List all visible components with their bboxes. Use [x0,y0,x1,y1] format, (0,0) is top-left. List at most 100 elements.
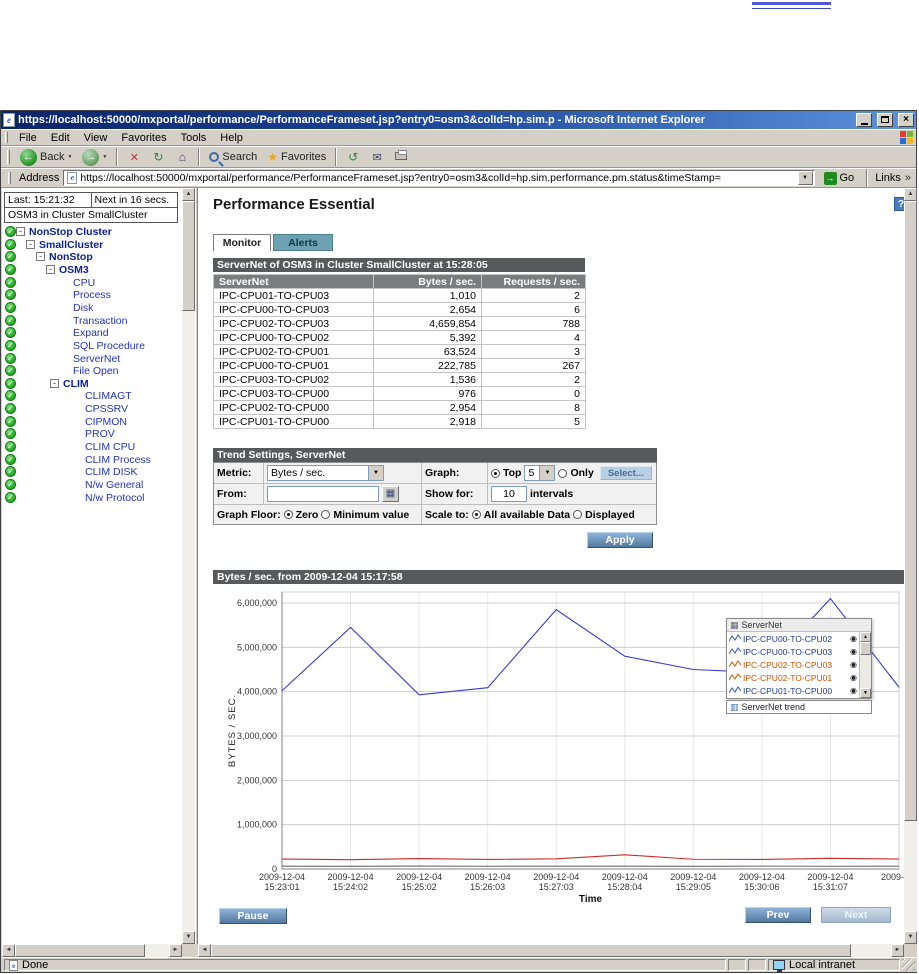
minimize-button[interactable] [856,113,872,127]
tree-item-clim[interactable]: ✓-CLIM [2,378,180,390]
back-button[interactable]: ← Back ▼ [16,147,76,167]
content-horizontal-scrollbar[interactable]: ◄ ► [198,944,904,957]
tab-alerts[interactable]: Alerts [273,234,333,251]
menubar-grip[interactable] [5,132,8,143]
tree-item-clim-cpu[interactable]: ✓CLIM CPU [2,441,180,453]
tree-horizontal-scrollbar[interactable]: ◄ ► [2,944,182,957]
scroll-down-button[interactable]: ▼ [182,931,195,944]
menu-help[interactable]: Help [213,131,250,145]
tree-item-n-w-protocol[interactable]: ✓N/w Protocol [2,492,180,504]
apply-button[interactable]: Apply [587,532,653,548]
tree-item-cipmon[interactable]: ✓CIPMON [2,416,180,428]
tree-item-cpssrv[interactable]: ✓CPSSRV [2,403,180,415]
home-button[interactable]: ⌂ [171,150,193,164]
addressbar-grip[interactable] [8,172,11,185]
scroll-left-button[interactable]: ◄ [198,944,211,957]
collapse-icon[interactable]: - [46,265,55,274]
close-button[interactable]: × [898,113,914,127]
tree-item-osm3[interactable]: ✓-OSM3 [2,264,180,276]
prev-button[interactable]: Prev [745,907,811,923]
resize-grip[interactable] [902,959,915,971]
tree-item-nonstop-cluster[interactable]: ✓-NonStop Cluster [2,226,180,238]
calendar-icon-button[interactable]: ▦ [382,486,399,502]
tree-item-sql-procedure[interactable]: ✓SQL Procedure [2,340,180,352]
tree-item-n-w-general[interactable]: ✓N/w General [2,479,180,491]
legend-item[interactable]: IPC-CPU00-TO-CPU03◉ [727,645,859,658]
tree-item-nonstop[interactable]: ✓-NonStop [2,251,180,263]
history-button[interactable]: ↺ [342,150,364,164]
scroll-up-icon[interactable]: ▲ [860,632,871,642]
tree-vertical-scrollbar[interactable]: ▲ ▼ [182,188,195,944]
forward-dropdown-icon[interactable]: ▼ [102,154,107,160]
visibility-eye-icon[interactable]: ◉ [850,673,857,682]
scroll-thumb[interactable] [182,201,195,311]
address-input[interactable]: e https://localhost:50000/mxportal/perfo… [63,170,814,186]
scale-all-radio[interactable] [472,510,481,519]
tree-item-clim-process[interactable]: ✓CLIM Process [2,454,180,466]
tree-item-clim-disk[interactable]: ✓CLIM DISK [2,466,180,478]
scroll-down-button[interactable]: ▼ [904,931,917,944]
servernet-trend-link[interactable]: ▥ ServerNet trend [726,700,872,714]
scroll-thumb[interactable] [904,201,917,821]
toolbar-grip[interactable] [7,150,10,164]
visibility-eye-icon[interactable]: ◉ [850,660,857,669]
go-button[interactable]: → Go [819,169,860,187]
visibility-eye-icon[interactable]: ◉ [850,634,857,643]
scroll-up-button[interactable]: ▲ [904,188,917,201]
floor-zero-radio[interactable] [284,510,293,519]
legend-item[interactable]: IPC-CPU02-TO-CPU01◉ [727,671,859,684]
tree-item-file-open[interactable]: ✓File Open [2,365,180,377]
favorites-button[interactable]: ★ Favorites [263,147,330,167]
top-count-select[interactable]: 5 ▼ [524,465,555,481]
scroll-right-button[interactable]: ► [891,944,904,957]
collapse-icon[interactable]: - [36,252,45,261]
back-dropdown-icon[interactable]: ▼ [67,154,72,160]
menu-file[interactable]: File [12,131,44,145]
menu-view[interactable]: View [77,131,115,145]
next-button[interactable]: Next [821,907,891,923]
print-button[interactable] [390,151,412,163]
refresh-button[interactable]: ↻ [147,150,169,164]
tree-item-climagt[interactable]: ✓CLIMAGT [2,390,180,402]
stop-button[interactable]: ✕ [123,151,145,164]
select-button[interactable]: Select... [600,466,652,480]
mail-button[interactable]: ✉ [366,151,388,164]
tree-item-cpu[interactable]: ✓CPU [2,277,180,289]
menu-favorites[interactable]: Favorites [114,131,173,145]
intervals-input[interactable] [491,486,527,502]
scroll-thumb[interactable] [211,944,851,957]
scroll-up-button[interactable]: ▲ [182,188,195,201]
search-button[interactable]: Search [205,147,261,167]
menu-tools[interactable]: Tools [174,131,214,145]
legend-scrollbar[interactable]: ▲ ▼ [859,632,871,698]
tree-item-expand[interactable]: ✓Expand [2,327,180,339]
help-button[interactable]: ? [894,197,904,211]
tree-item-process[interactable]: ✓Process [2,289,180,301]
from-date-input[interactable] [267,486,379,502]
content-vertical-scrollbar[interactable]: ▲ ▼ [904,188,917,944]
metric-select[interactable]: Bytes / sec. ▼ [267,465,384,481]
tree-item-prov[interactable]: ✓PROV [2,428,180,440]
legend-item[interactable]: IPC-CPU00-TO-CPU02◉ [727,632,859,645]
legend-item[interactable]: IPC-CPU01-TO-CPU00◉ [727,684,859,697]
tab-monitor[interactable]: Monitor [213,234,271,251]
tree-item-disk[interactable]: ✓Disk [2,302,180,314]
scroll-thumb[interactable] [860,642,871,655]
visibility-eye-icon[interactable]: ◉ [850,647,857,656]
scroll-right-button[interactable]: ► [169,944,182,957]
maximize-button[interactable] [877,113,893,127]
forward-button[interactable]: → ▼ [78,147,111,167]
collapse-icon[interactable]: - [16,227,25,236]
menu-edit[interactable]: Edit [44,131,77,145]
links-label[interactable]: Links [875,172,901,184]
chevron-down-icon[interactable]: ▼ [368,466,383,480]
scroll-down-icon[interactable]: ▼ [860,688,871,698]
graph-only-radio[interactable] [558,469,567,478]
tree-item-transaction[interactable]: ✓Transaction [2,315,180,327]
visibility-eye-icon[interactable]: ◉ [850,686,857,695]
pause-button[interactable]: Pause [219,908,287,924]
tree-item-servernet[interactable]: ✓ServerNet [2,353,180,365]
collapse-icon[interactable]: - [26,240,35,249]
collapse-icon[interactable]: - [50,379,59,388]
address-dropdown-button[interactable]: ▼ [798,171,813,185]
